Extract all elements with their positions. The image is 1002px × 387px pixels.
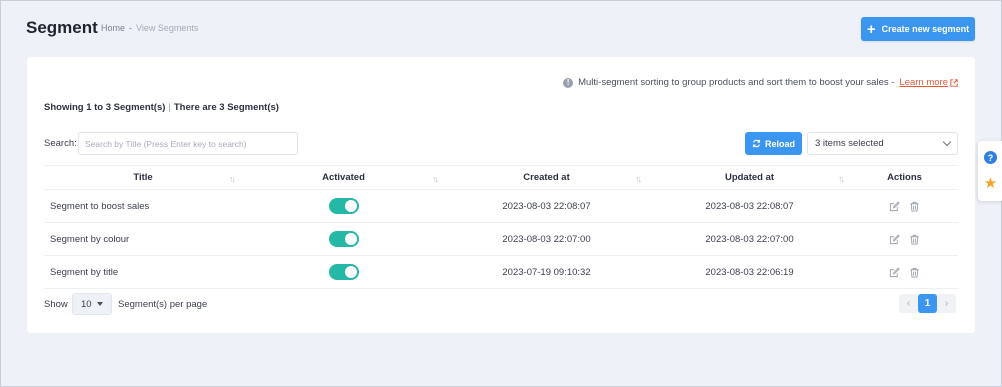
sort-icon[interactable]: ↑↓ (432, 174, 439, 184)
plus-icon: + (866, 20, 876, 38)
segments-table: Title ↑↓ Activated ↑↓ Created at ↑↓ Updated… (44, 165, 958, 289)
pagination: ‹ 1 › (899, 294, 956, 313)
learn-more-link[interactable]: Learn more (899, 77, 958, 88)
showing-total: There are 3 Segment(s) (173, 102, 279, 113)
edit-icon[interactable] (889, 267, 900, 278)
next-page-button[interactable]: › (937, 294, 956, 313)
reload-button[interactable]: Reload (745, 132, 802, 155)
showing-summary: Showing 1 to 3 Segment(s) | There are 3 Se… (44, 102, 279, 113)
trash-icon[interactable] (909, 234, 920, 245)
toggle-knob (344, 233, 357, 245)
edit-icon[interactable] (889, 201, 900, 212)
star-icon[interactable]: ★ (984, 176, 997, 191)
breadcrumb-separator: - (129, 23, 133, 33)
row-created: 2023-07-19 09:10:32 (502, 266, 591, 278)
segments-card: ! Multi-segment sorting to group product… (27, 57, 975, 333)
prev-page-button[interactable]: ‹ (899, 294, 918, 313)
info-icon: ! (563, 77, 574, 88)
per-page-value: 10 (81, 298, 92, 310)
row-title: Segment to boost sales (50, 200, 150, 212)
column-header-activated[interactable]: Activated ↑↓ (242, 172, 445, 184)
per-page-label: Segment(s) per page (118, 299, 208, 310)
column-header-title[interactable]: Title ↑↓ (44, 172, 242, 184)
info-text: Multi-segment sorting to group products … (578, 77, 895, 88)
sort-icon[interactable]: ↑↓ (229, 174, 236, 184)
table-row: Segment to boost sales 2023-08-03 22:08:… (44, 190, 958, 223)
learn-more-label: Learn more (899, 77, 948, 88)
activated-toggle[interactable] (328, 198, 359, 214)
edit-icon[interactable] (889, 234, 900, 245)
column-header-created[interactable]: Created at ↑↓ (445, 172, 648, 184)
caret-down-icon (97, 302, 103, 306)
page-button-1[interactable]: 1 (918, 294, 937, 313)
breadcrumb-current: View Segments (136, 23, 199, 33)
refresh-icon (752, 139, 761, 148)
chevron-down-icon (942, 137, 952, 147)
breadcrumb-home[interactable]: Home (101, 23, 125, 33)
column-actions-label: Actions (887, 172, 922, 183)
row-updated: 2023-08-03 22:08:07 (705, 200, 794, 212)
activated-toggle[interactable] (328, 231, 359, 247)
column-activated-label: Activated (322, 172, 365, 183)
row-title: Segment by colour (50, 233, 130, 245)
column-created-label: Created at (523, 172, 570, 183)
side-widget: ? ★ (978, 141, 1002, 201)
activated-toggle[interactable] (328, 264, 359, 280)
toggle-knob (344, 200, 357, 212)
column-header-updated[interactable]: Updated at ↑↓ (648, 172, 851, 184)
create-segment-button[interactable]: + Create new segment (861, 17, 975, 41)
search-input[interactable] (78, 132, 298, 155)
trash-icon[interactable] (909, 201, 920, 212)
page-header: Segment Home - View Segments + Create new … (1, 1, 1001, 56)
table-header: Title ↑↓ Activated ↑↓ Created at ↑↓ Updated… (44, 165, 958, 190)
search-label: Search: (44, 138, 77, 149)
column-header-actions: Actions (851, 172, 958, 183)
trash-icon[interactable] (909, 267, 920, 278)
row-updated: 2023-08-03 22:07:00 (705, 233, 794, 245)
reload-label: Reload (764, 138, 795, 149)
external-link-icon (950, 78, 958, 87)
items-selected-dropdown[interactable]: 3 items selected (807, 132, 958, 155)
summary-separator: | (168, 102, 171, 113)
toggle-knob (344, 266, 357, 278)
row-created: 2023-08-03 22:08:07 (502, 200, 591, 212)
show-label: Show (44, 299, 68, 310)
page-title: Segment (26, 18, 98, 37)
row-created: 2023-08-03 22:07:00 (502, 233, 591, 245)
help-icon[interactable]: ? (984, 151, 997, 164)
column-title-label: Title (133, 172, 153, 183)
sort-icon[interactable]: ↑↓ (838, 174, 845, 184)
items-selected-value: 3 items selected (815, 138, 884, 149)
sort-icon[interactable]: ↑↓ (635, 174, 642, 184)
breadcrumb: Home - View Segments (101, 23, 198, 33)
row-title: Segment by title (50, 266, 119, 278)
row-updated: 2023-08-03 22:06:19 (705, 266, 794, 278)
create-segment-label: Create new segment (881, 24, 970, 34)
showing-range: Showing 1 to 3 Segment(s) (44, 102, 166, 113)
table-row: Segment by colour 2023-08-03 22:07:00 20… (44, 223, 958, 256)
column-updated-label: Updated at (724, 172, 775, 183)
info-line: ! Multi-segment sorting to group product… (563, 77, 958, 88)
per-page-select[interactable]: 10 (72, 293, 112, 315)
table-row: Segment by title 2023-07-19 09:10:32 202… (44, 256, 958, 289)
